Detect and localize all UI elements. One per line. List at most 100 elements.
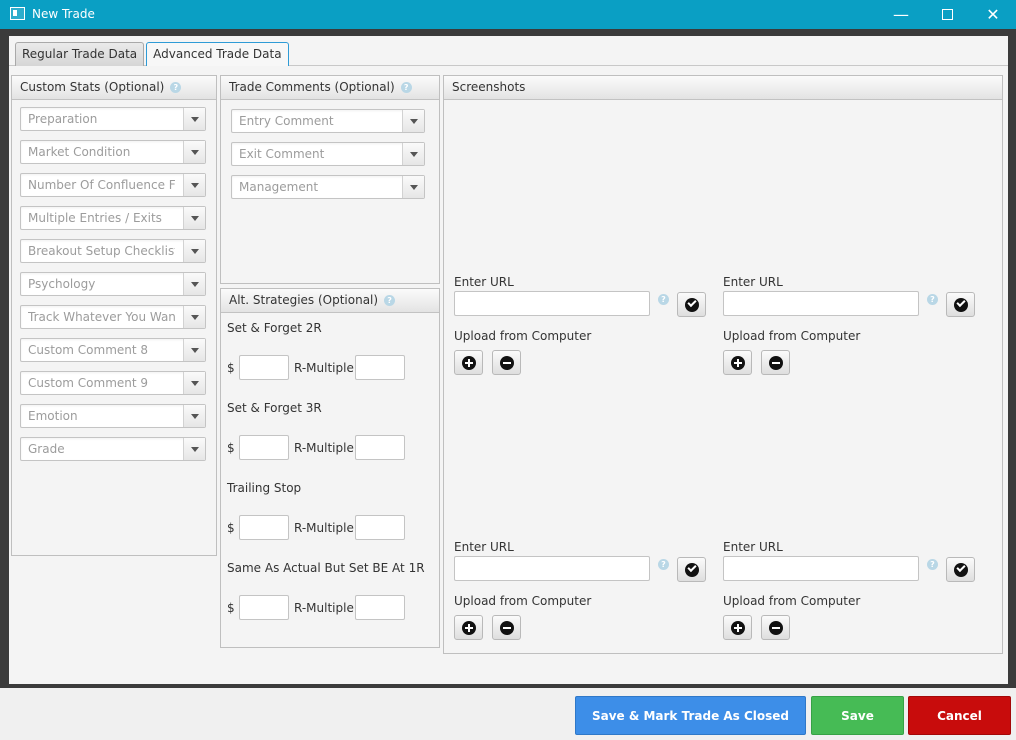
maximize-button[interactable] — [924, 0, 970, 29]
combo-text: Market Condition — [28, 145, 131, 159]
enter-url-label: Enter URL — [454, 275, 514, 289]
check-icon — [685, 562, 699, 577]
plus-icon — [731, 621, 745, 635]
dollar-label: $ — [227, 441, 235, 455]
close-button[interactable]: ✕ — [970, 0, 1016, 29]
chevron-down-icon[interactable] — [183, 207, 205, 229]
tab-advanced-trade-data[interactable]: Advanced Trade Data — [146, 42, 289, 66]
help-icon[interactable]: ? — [400, 82, 412, 93]
dollar-label: $ — [227, 601, 235, 615]
chevron-down-icon[interactable] — [183, 174, 205, 196]
upload-label: Upload from Computer — [454, 594, 592, 608]
trade-comments-header: Trade Comments (Optional)? — [221, 76, 439, 100]
url-input[interactable] — [723, 556, 919, 581]
save-button[interactable]: Save — [811, 696, 904, 735]
combo-text: Management — [239, 180, 319, 194]
combo-emotion[interactable]: Emotion — [20, 404, 206, 428]
combo-management[interactable]: Management — [231, 175, 425, 199]
save-and-close-button[interactable]: Save & Mark Trade As Closed — [575, 696, 806, 735]
add-file-button[interactable] — [454, 615, 483, 640]
chevron-down-icon[interactable] — [183, 438, 205, 460]
combo-text: Psychology — [28, 277, 96, 291]
combo-custom-comment-8[interactable]: Custom Comment 8 — [20, 338, 206, 362]
dollar-input[interactable] — [239, 515, 289, 540]
add-file-button[interactable] — [454, 350, 483, 375]
chevron-down-icon[interactable] — [183, 405, 205, 427]
combo-text: Emotion — [28, 409, 78, 423]
chevron-down-icon[interactable] — [183, 339, 205, 361]
strategy-label: Same As Actual But Set BE At 1R — [227, 561, 425, 575]
r-multiple-input[interactable] — [355, 515, 405, 540]
confirm-url-button[interactable] — [946, 557, 975, 582]
dollar-label: $ — [227, 361, 235, 375]
combo-custom-comment-9[interactable]: Custom Comment 9 — [20, 371, 206, 395]
combo-exit-comment[interactable]: Exit Comment — [231, 142, 425, 166]
chevron-down-icon[interactable] — [402, 110, 424, 132]
trade-comments-panel: Trade Comments (Optional)? Entry Comment… — [220, 75, 440, 284]
combo-text: Preparation — [28, 112, 98, 126]
add-file-button[interactable] — [723, 615, 752, 640]
chevron-down-icon[interactable] — [183, 108, 205, 130]
combo-psychology[interactable]: Psychology — [20, 272, 206, 296]
r-multiple-input[interactable] — [355, 355, 405, 380]
custom-stats-header: Custom Stats (Optional)? — [12, 76, 216, 100]
remove-file-button[interactable] — [761, 615, 790, 640]
help-icon[interactable]: ? — [658, 294, 669, 305]
url-input[interactable] — [454, 291, 650, 316]
help-icon[interactable]: ? — [927, 294, 938, 305]
combo-text: Track Whatever You Want — [28, 310, 175, 324]
combo-preparation[interactable]: Preparation — [20, 107, 206, 131]
minus-icon — [769, 621, 783, 635]
strategy-label: Set & Forget 2R — [227, 321, 322, 335]
help-icon[interactable]: ? — [384, 295, 396, 306]
combo-entry-comment[interactable]: Entry Comment — [231, 109, 425, 133]
dollar-input[interactable] — [239, 435, 289, 460]
chevron-down-icon[interactable] — [183, 240, 205, 262]
combo-text: Custom Comment 9 — [28, 376, 149, 390]
dollar-input[interactable] — [239, 595, 289, 620]
chevron-down-icon[interactable] — [183, 372, 205, 394]
cancel-button[interactable]: Cancel — [908, 696, 1011, 735]
url-input[interactable] — [454, 556, 650, 581]
chevron-down-icon[interactable] — [402, 176, 424, 198]
combo-number-of-confluence[interactable]: Number Of Confluence Fact — [20, 173, 206, 197]
help-icon[interactable]: ? — [927, 559, 938, 570]
combo-market-condition[interactable]: Market Condition — [20, 140, 206, 164]
enter-url-label: Enter URL — [723, 540, 783, 554]
screenshots-title: Screenshots — [452, 80, 526, 94]
strategy-label: Trailing Stop — [227, 481, 302, 495]
help-icon[interactable]: ? — [170, 82, 182, 93]
r-multiple-input[interactable] — [355, 435, 405, 460]
combo-text: Multiple Entries / Exits — [28, 211, 162, 225]
r-multiple-input[interactable] — [355, 595, 405, 620]
chevron-down-icon[interactable] — [183, 141, 205, 163]
combo-text: Breakout Setup Checklist — [28, 244, 175, 258]
combo-text: Number Of Confluence Fact — [28, 178, 175, 192]
chevron-down-icon[interactable] — [183, 273, 205, 295]
url-input[interactable] — [723, 291, 919, 316]
chevron-down-icon[interactable] — [183, 306, 205, 328]
confirm-url-button[interactable] — [677, 557, 706, 582]
combo-text: Custom Comment 8 — [28, 343, 149, 357]
confirm-url-button[interactable] — [677, 292, 706, 317]
chevron-down-icon[interactable] — [402, 143, 424, 165]
combo-multiple-entries-exits[interactable]: Multiple Entries / Exits — [20, 206, 206, 230]
tab-regular-trade-data[interactable]: Regular Trade Data — [15, 42, 145, 66]
minus-icon — [500, 356, 514, 370]
remove-file-button[interactable] — [492, 615, 521, 640]
remove-file-button[interactable] — [492, 350, 521, 375]
add-file-button[interactable] — [723, 350, 752, 375]
upload-label: Upload from Computer — [723, 329, 861, 343]
combo-grade[interactable]: Grade — [20, 437, 206, 461]
remove-file-button[interactable] — [761, 350, 790, 375]
custom-stats-title: Custom Stats (Optional) — [20, 80, 165, 94]
app-window-icon — [10, 7, 25, 20]
combo-track-whatever[interactable]: Track Whatever You Want — [20, 305, 206, 329]
maximize-icon — [941, 9, 953, 20]
confirm-url-button[interactable] — [946, 292, 975, 317]
r-multiple-label: R-Multiple — [294, 441, 354, 455]
dollar-input[interactable] — [239, 355, 289, 380]
combo-breakout-setup-checklist[interactable]: Breakout Setup Checklist — [20, 239, 206, 263]
minimize-button[interactable]: — — [878, 0, 924, 29]
help-icon[interactable]: ? — [658, 559, 669, 570]
